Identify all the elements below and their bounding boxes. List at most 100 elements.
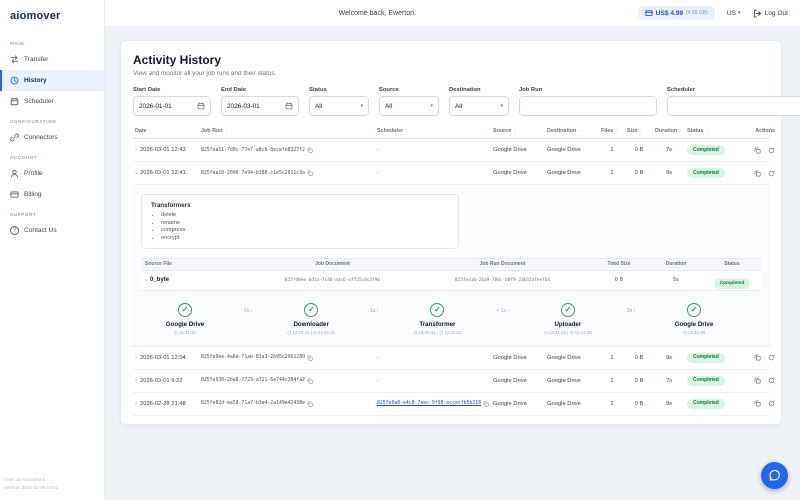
row-scheduler: - - (377, 377, 379, 384)
sidebar-item-profile[interactable]: Profile (0, 163, 104, 184)
status-filter-select[interactable]: All ▾ (309, 96, 369, 116)
credit-card-icon (10, 190, 19, 199)
row-files: 1 (610, 354, 614, 361)
duplicate-run-button[interactable] (754, 147, 761, 154)
status-filter-value: All (315, 102, 323, 110)
sidebar-item-billing[interactable]: Billing (0, 184, 104, 205)
duplicate-run-button[interactable] (754, 377, 761, 384)
job-run-filter-input[interactable] (519, 96, 657, 116)
logout-label: Log Out (764, 9, 788, 17)
column-source[interactable]: Source ↕ (493, 128, 543, 134)
expand-chevron-icon[interactable]: › (135, 401, 137, 407)
end-date-input[interactable]: 2026-03-01 (221, 96, 299, 116)
logout-button[interactable]: Log Out (753, 9, 788, 18)
row-destination: Google Drive (547, 147, 581, 153)
column-files[interactable]: Files ↕ (601, 128, 623, 134)
column-duration[interactable]: Duration ↕ (655, 128, 683, 134)
stage-timestamps: ◷ 12:41:42 | ◷ 12:41:45 (543, 329, 592, 335)
rerun-button[interactable] (768, 377, 775, 384)
copy-icon[interactable] (307, 170, 313, 176)
rerun-button[interactable] (768, 169, 775, 177)
language-value: US (726, 9, 737, 17)
duplicate-run-button[interactable] (754, 354, 761, 361)
column-date[interactable]: Date ↓ (135, 128, 197, 134)
destination-filter-select[interactable]: All ▾ (449, 96, 509, 116)
chat-widget-button[interactable] (761, 462, 788, 489)
sort-icon: ↕ (640, 128, 643, 133)
chat-bubble-icon (768, 469, 781, 482)
stage-name: Google Drive (165, 320, 205, 328)
row-duration: 7s (665, 147, 673, 153)
copy-icon[interactable] (307, 355, 313, 361)
column-job-run[interactable]: Job Run ↕ (201, 128, 373, 134)
transformer-item: delete (161, 212, 449, 218)
row-scheduler: 825fe0a0-e4c8-7eec-9f98-eccecfb5b218 825… (377, 401, 489, 407)
sidebar-section-support: SUPPORT (10, 212, 37, 217)
row-scheduler: - - (377, 170, 379, 176)
column-duration: Duration (665, 261, 687, 267)
expand-chevron-icon[interactable]: › (135, 355, 137, 361)
pipeline-flow: ✓ Google Drive ◷ 12:41:41 0s › ✓ Downloa… (141, 302, 761, 336)
expand-chevron-icon[interactable]: › (133, 172, 139, 174)
status-badge: Completed (687, 352, 725, 363)
column-status[interactable]: Status ↕ (687, 128, 737, 134)
column-status: Status (724, 261, 740, 267)
column-scheduler[interactable]: Scheduler ↕ (377, 128, 489, 134)
content-area: Activity History View and monitor all yo… (105, 26, 800, 500)
sidebar-section-configuration: CONFIGURATION (10, 119, 57, 124)
duplicate-run-button[interactable] (754, 170, 761, 177)
sidebar-item-history[interactable]: History (0, 70, 104, 91)
sidebar-item-label: Profile (24, 170, 43, 177)
column-destination[interactable]: Destination ↕ (547, 128, 597, 134)
destination-filter-label: Destination (449, 87, 481, 93)
expand-chevron-icon[interactable]: › (135, 147, 137, 153)
stage-name: Transformer (419, 320, 456, 328)
source-filter-label: Source (379, 87, 399, 93)
stage-timestamps: ◷ 12:41:41 | ◷ 12:41:42 (287, 329, 336, 335)
logout-icon (753, 9, 762, 18)
footer-user: User: dc7cb48392.0 (4, 476, 46, 482)
copy-icon[interactable] (307, 401, 313, 407)
column-size[interactable]: Size ↕ (627, 128, 651, 134)
source-filter-field: Source All ▾ (379, 87, 439, 116)
balance-pill[interactable]: US$ 4.99 (4.99 GB) (637, 6, 715, 20)
pipeline-stage: ✓ Google Drive ◷ 12:41:41 (149, 302, 221, 336)
row-date: 2026-03-01 9:22 (140, 377, 183, 384)
duplicate-run-button[interactable] (754, 400, 761, 407)
language-selector[interactable]: US ▾ (727, 10, 741, 17)
sort-icon: ↕ (578, 128, 582, 133)
start-date-input[interactable]: 2026-01-01 (133, 96, 211, 116)
row-files: 1 (610, 400, 614, 407)
rerun-button[interactable] (768, 354, 775, 361)
expand-chevron-icon[interactable]: › (135, 378, 137, 384)
sidebar-item-connectors[interactable]: Connectors (0, 127, 104, 148)
start-date-label: Start Date (133, 87, 161, 93)
table-row: › 2026-03-01 12:41 825fea10-2090-7e94-b3… (133, 162, 775, 185)
sidebar: aiomover MAIN Transfer History Scheduler… (0, 0, 105, 500)
page-subtitle: View and monitor all your job runs and t… (133, 70, 277, 77)
filter-bar: Start Date 2026-01-01 End Date 2026-03-0… (133, 87, 800, 116)
copy-icon[interactable] (483, 401, 489, 407)
rerun-button[interactable] (768, 400, 775, 407)
chevron-down-icon: ▾ (738, 10, 741, 16)
file-total-size: 0 B (614, 277, 624, 283)
collapse-chevron-icon[interactable]: › (143, 279, 149, 281)
scheduler-link[interactable]: 825fe0a0-e4c8-7eec-9f98-eccecfb5b218 (377, 401, 489, 407)
sort-icon: ↕ (405, 128, 408, 133)
sidebar-item-scheduler[interactable]: Scheduler (0, 91, 104, 112)
sidebar-item-contact-us[interactable]: ? Contact Us (0, 220, 104, 241)
transformers-box: Transformers delete rename compress encr… (141, 194, 459, 249)
row-date: 2026-02-28 21:48 (140, 400, 186, 407)
end-date-field: End Date 2026-03-01 (221, 87, 299, 116)
row-size: 0 B (634, 377, 644, 384)
sidebar-item-transfer[interactable]: Transfer (0, 49, 104, 70)
rerun-button[interactable] (768, 146, 775, 154)
sidebar-section-account: ACCOUNT (10, 155, 38, 160)
copy-icon[interactable] (307, 378, 313, 384)
status-badge: Completed (687, 145, 725, 155)
scheduler-filter-input[interactable] (667, 96, 800, 116)
start-date-value: 2026-01-01 (139, 102, 172, 110)
source-filter-select[interactable]: All ▾ (379, 96, 439, 116)
copy-icon[interactable] (307, 147, 313, 153)
row-files: 1 (610, 147, 614, 153)
